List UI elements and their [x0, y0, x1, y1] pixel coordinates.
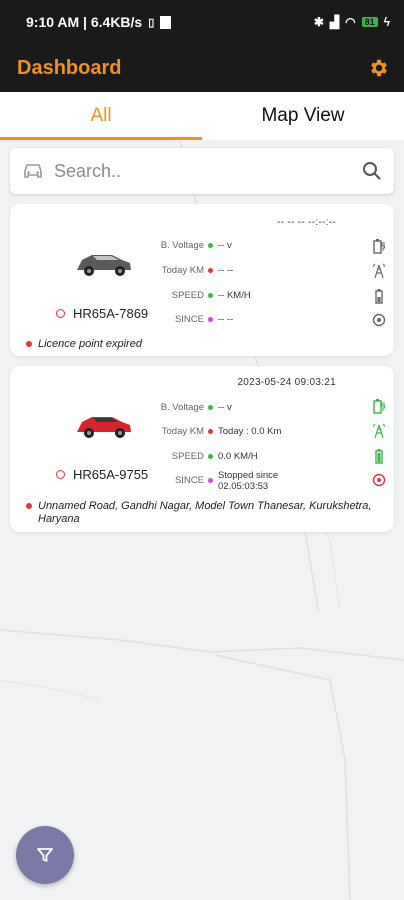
km-row: Today KM -- --	[161, 265, 234, 276]
vehicle-plate: HR65A-7869	[56, 306, 148, 321]
sim-icon: ▯	[148, 16, 155, 29]
bluetooth-icon: ✱	[313, 15, 324, 29]
tab-bar: All Map View	[0, 92, 404, 140]
car-icon	[24, 164, 42, 178]
search-input[interactable]: Search..	[54, 161, 362, 182]
search-icon[interactable]	[362, 161, 382, 181]
plate-number: HR65A-9755	[73, 467, 149, 482]
tab-map-view[interactable]: Map View	[202, 92, 404, 140]
filter-icon	[37, 848, 53, 862]
battery-icon	[375, 449, 383, 464]
app-bar: Dashboard	[0, 44, 404, 92]
since-row: SINCE Stopped since 02.05:03:53	[174, 470, 279, 492]
battery-icon	[375, 289, 383, 304]
speed-row: SPEED -- KM/H	[171, 290, 251, 301]
speed-row: SPEED 0.0 KM/H	[171, 451, 258, 462]
vehicle-plate: HR65A-9755	[56, 467, 148, 482]
voltage-row: B. Voltage -- v	[160, 402, 232, 413]
tower-icon	[373, 423, 385, 439]
charging-icon: ϟ	[383, 15, 390, 29]
notification-icon	[160, 15, 172, 29]
gear-icon[interactable]	[368, 57, 390, 79]
battery-plug-icon	[373, 239, 385, 254]
vehicle-car-icon	[77, 417, 131, 438]
page-title: Dashboard	[17, 56, 122, 79]
filter-button[interactable]	[16, 826, 74, 884]
battery-icon: 81	[361, 17, 378, 27]
wifi-icon: ◠	[345, 15, 356, 29]
engine-icon	[372, 313, 386, 327]
vehicle-card[interactable]: HR65A-9755 2023-05-24 09:03:21 B. Voltag…	[10, 366, 394, 532]
status-bar: 9:10 AM | 6.4KB/s ▯ ✱ ▟ ◠ 81 ϟ	[0, 0, 404, 44]
km-row: Today KM Today : 0.0 Km	[161, 426, 282, 437]
vehicle-car-icon	[77, 255, 131, 276]
battery-plug-icon	[373, 399, 385, 414]
status-time: 9:10 AM | 6.4KB/s	[26, 14, 143, 30]
engine-icon	[372, 473, 386, 487]
vehicle-address: Unnamed Road, Gandhi Nagar, Model Town T…	[26, 500, 386, 526]
tab-all[interactable]: All	[0, 92, 202, 140]
status-ring-icon	[56, 309, 65, 318]
voltage-row: B. Voltage -- v	[160, 240, 232, 251]
last-update-timestamp: -- -- -- --:--:--	[277, 217, 336, 228]
vehicle-note: Licence point expired	[26, 338, 142, 351]
signal-icon: ▟	[329, 15, 340, 29]
vehicle-card[interactable]: HR65A-7869 -- -- -- --:--:-- B. Voltage …	[10, 204, 394, 356]
since-row: SINCE -- --	[174, 314, 234, 325]
status-ring-icon	[56, 470, 65, 479]
last-update-timestamp: 2023-05-24 09:03:21	[237, 377, 336, 388]
plate-number: HR65A-7869	[73, 306, 149, 321]
tower-icon	[373, 263, 385, 279]
search-bar[interactable]: Search..	[10, 148, 394, 194]
